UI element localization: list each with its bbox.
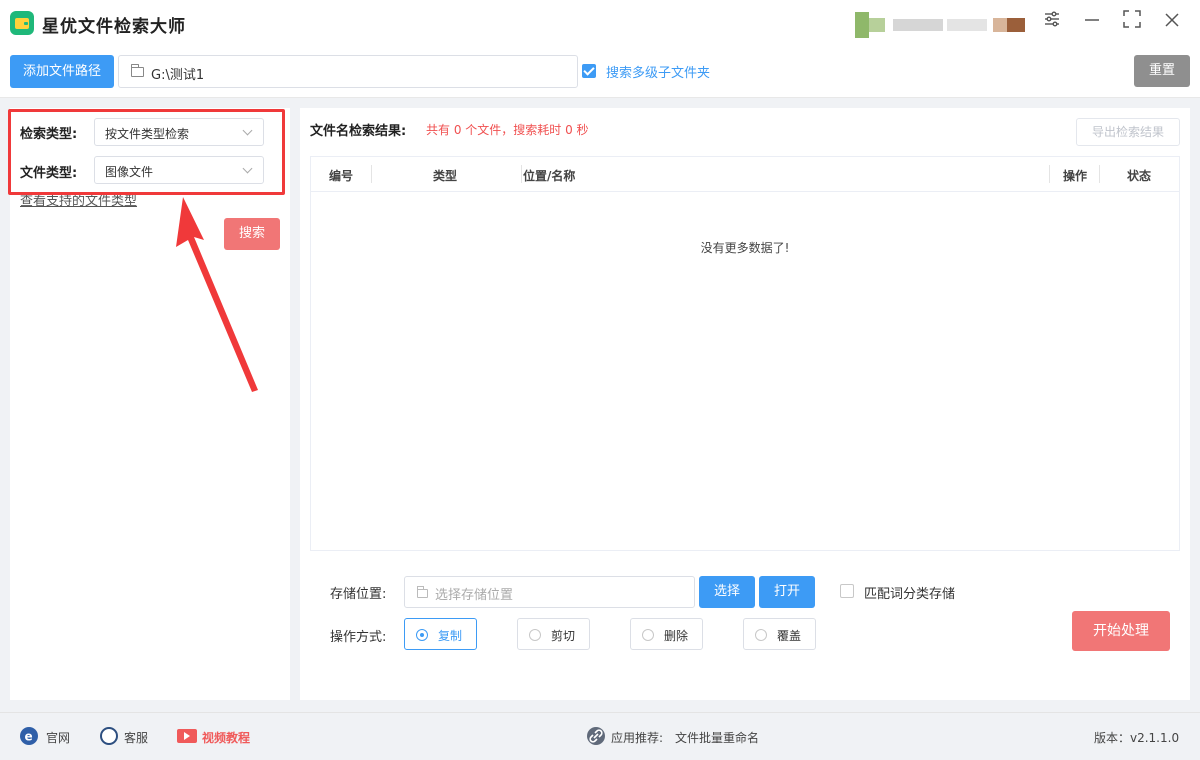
- app-title: 星优文件检索大师: [42, 17, 186, 37]
- storage-location-input[interactable]: 选择存储位置: [404, 576, 695, 608]
- results-title: 文件名检索结果:: [310, 124, 407, 139]
- title-bar: 星优文件检索大师: [0, 0, 1200, 46]
- radio-overwrite-label: 覆盖: [777, 629, 802, 643]
- radio-cut[interactable]: 剪切: [517, 618, 590, 650]
- column-action: 操作: [1063, 169, 1088, 183]
- radio-overwrite[interactable]: 覆盖: [743, 618, 816, 650]
- close-icon[interactable]: [1158, 10, 1186, 36]
- version-label: 版本：v2.1.1.0: [1094, 731, 1180, 745]
- column-location: 位置/名称: [523, 169, 576, 183]
- folder-icon: [131, 64, 144, 77]
- tutorial-link[interactable]: 视频教程: [202, 729, 250, 746]
- match-classify-label[interactable]: 匹配词分类存储: [864, 583, 955, 602]
- start-processing-button[interactable]: 开始处理: [1072, 611, 1170, 651]
- radio-delete-label: 删除: [664, 629, 689, 643]
- path-input[interactable]: G:\测试1: [118, 55, 578, 88]
- operation-label: 操作方式:: [330, 630, 387, 645]
- column-status: 状态: [1127, 169, 1152, 183]
- minimize-icon[interactable]: [1078, 10, 1106, 36]
- path-value: G:\测试1: [151, 68, 205, 83]
- website-link[interactable]: 官网: [46, 729, 70, 746]
- radio-cut-label: 剪切: [551, 629, 576, 643]
- annotation-arrow: [176, 197, 258, 392]
- results-summary: 共有 0 个文件，搜索耗时 0 秒: [426, 123, 589, 137]
- radio-copy[interactable]: 复制: [404, 618, 477, 650]
- footer: e 官网 客服 视频教程 应用推荐: 文件批量重命名 版本：v2.1.1.0: [0, 712, 1200, 760]
- svg-text:e: e: [25, 730, 33, 744]
- reset-button[interactable]: 重置: [1134, 55, 1190, 87]
- maximize-icon[interactable]: [1118, 10, 1146, 36]
- link-icon: [587, 727, 605, 745]
- column-index: 编号: [329, 169, 354, 183]
- open-location-button[interactable]: 打开: [759, 576, 815, 608]
- results-table: 编号 类型 位置/名称 操作 状态 没有更多数据了!: [310, 156, 1180, 551]
- chat-icon: [100, 727, 118, 745]
- radio-copy-label: 复制: [438, 629, 463, 643]
- app-logo-icon: [10, 11, 34, 35]
- column-type: 类型: [433, 169, 458, 183]
- radio-delete[interactable]: 删除: [630, 618, 703, 650]
- ie-icon: e: [20, 727, 38, 745]
- recommend-label: 应用推荐:: [611, 731, 664, 745]
- user-avatar-blurred[interactable]: [855, 12, 1027, 38]
- choose-location-button[interactable]: 选择: [699, 576, 755, 608]
- recommend-app-link[interactable]: 文件批量重命名: [675, 729, 759, 746]
- annotation-highlight-box: [8, 109, 285, 195]
- subfolder-checkbox[interactable]: [582, 64, 596, 78]
- match-classify-checkbox[interactable]: [840, 584, 854, 598]
- sliders-icon[interactable]: [1038, 10, 1066, 36]
- storage-label: 存储位置:: [330, 587, 387, 602]
- storage-placeholder: 选择存储位置: [435, 588, 514, 603]
- support-link[interactable]: 客服: [124, 729, 148, 746]
- subfolder-label[interactable]: 搜索多级子文件夹: [606, 62, 710, 81]
- folder-icon: [417, 586, 428, 598]
- table-header: 编号 类型 位置/名称 操作 状态: [311, 157, 1179, 192]
- video-icon: [177, 729, 197, 743]
- path-bar: 添加文件路径 G:\测试1 搜索多级子文件夹 重置: [0, 46, 1200, 98]
- export-results-button[interactable]: 导出检索结果: [1076, 118, 1180, 146]
- empty-message: 没有更多数据了!: [700, 241, 790, 255]
- add-file-path-button[interactable]: 添加文件路径: [10, 55, 114, 88]
